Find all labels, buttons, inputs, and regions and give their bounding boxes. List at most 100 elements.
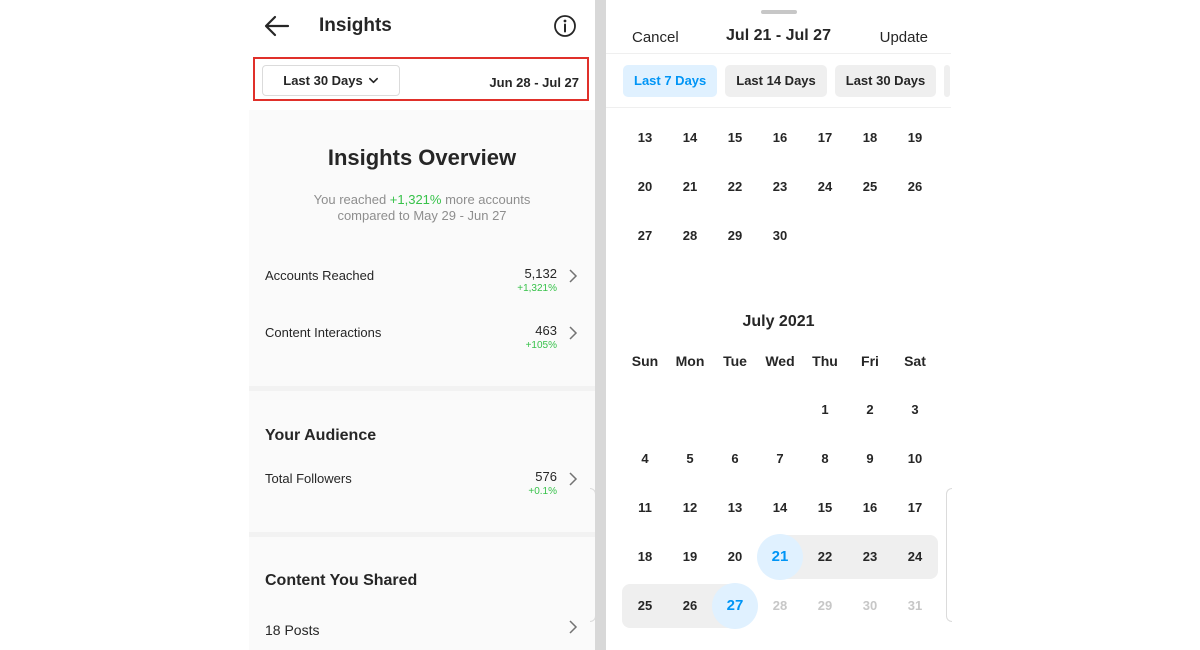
calendar-day[interactable]: 28 [670,216,710,256]
section-divider [249,386,595,391]
date-filter-row: Last 30 Days Jun 28 - Jul 27 [249,52,595,110]
row-change: +1,321% [517,283,557,294]
insights-screen: Insights Last 30 Days Jun 28 - Jul 27 In… [249,0,595,650]
section-divider [249,532,595,537]
calendar-day[interactable]: 16 [850,488,890,528]
header: Insights [249,0,595,52]
calendar-day[interactable]: 23 [850,537,890,577]
weekday-label: Thu [812,353,838,369]
chevron-right-icon [569,326,578,340]
row-value: 463 [535,323,557,338]
chip-last-14-days[interactable]: Last 14 Days [725,65,827,97]
month-title: July 2021 [742,313,815,330]
row-label: Accounts Reached [265,268,375,283]
calendar-day[interactable]: 3 [895,390,935,430]
chevron-right-icon [569,472,578,486]
calendar-day[interactable]: 31 [895,586,935,626]
weekday-label: Sat [904,353,926,369]
calendar-day[interactable]: 26 [670,586,710,626]
row-label: Content Interactions [265,325,382,340]
info-icon[interactable] [553,14,577,38]
content-shared-title: Content You Shared [265,572,418,589]
calendar-day[interactable]: 15 [715,118,755,158]
content-interactions-row[interactable]: Content Interactions 463 +105% [249,323,595,365]
date-range-dropdown[interactable]: Last 30 Days [262,65,400,96]
calendar-day[interactable]: 6 [715,439,755,479]
weekday-label: Wed [765,353,795,369]
overview-title: Insights Overview [327,145,517,170]
panel-edge [946,488,952,622]
audience-title: Your Audience [265,427,377,444]
calendar-day[interactable]: 30 [850,586,890,626]
total-followers-row[interactable]: Total Followers 576 +0.1% [249,469,595,511]
calendar-day[interactable]: 30 [760,216,800,256]
row-value: 5,132 [524,266,557,281]
calendar-day[interactable]: 20 [625,167,665,207]
drag-handle[interactable] [761,10,797,14]
calendar-day[interactable]: 12 [670,488,710,528]
calendar-day[interactable]: 13 [625,118,665,158]
calendar-day[interactable]: 29 [715,216,755,256]
accounts-reached-row[interactable]: Accounts Reached 5,132 +1,321% [249,266,595,308]
date-range-text: Jun 28 - Jul 27 [489,75,579,90]
calendar-day[interactable]: 9 [850,439,890,479]
calendar-day[interactable]: 18 [625,537,665,577]
chip-last-30-days[interactable]: Last 30 Days [834,65,937,97]
chevron-right-icon[interactable] [568,619,578,635]
row-value: 576 [535,469,557,484]
calendar-day[interactable]: 25 [625,586,665,626]
calendar-day[interactable]: 26 [895,167,935,207]
calendar-day[interactable]: 5 [670,439,710,479]
row-change: +0.1% [528,486,557,497]
panel-separator [595,0,606,650]
calendar-day[interactable]: 10 [895,439,935,479]
calendar-day[interactable]: 27 [625,216,665,256]
overview-subtitle: You reached +1,321% more accounts compar… [289,192,555,224]
calendar-day[interactable]: 25 [850,167,890,207]
update-button[interactable]: Update [880,29,928,46]
calendar-day[interactable]: 2 [850,390,890,430]
back-arrow-icon[interactable] [263,12,291,40]
calendar-day[interactable]: 13 [715,488,755,528]
calendar-day[interactable]: 22 [715,167,755,207]
calendar-day[interactable]: 19 [895,118,935,158]
weekday-label: Sun [631,353,659,369]
calendar-day[interactable]: 21 [760,537,800,577]
calendar-day[interactable]: 8 [805,439,845,479]
row-change: +105% [525,340,557,351]
chip-last-7-days[interactable]: Last 7 Days [623,65,718,97]
calendar-day[interactable]: 16 [760,118,800,158]
calendar-day[interactable]: 24 [895,537,935,577]
chevron-right-icon [569,269,578,283]
calendar-day[interactable]: 18 [850,118,890,158]
chevron-down-icon [368,77,378,84]
calendar-day[interactable]: 17 [805,118,845,158]
calendar-day[interactable]: 22 [805,537,845,577]
calendar-day[interactable]: 21 [670,167,710,207]
calendar-day[interactable]: 28 [760,586,800,626]
chip-more-partial[interactable] [944,65,951,97]
calendar-day[interactable]: 23 [760,167,800,207]
date-picker-sheet: Cancel Jul 21 - Jul 27 Update Last 7 Day… [606,0,951,650]
calendar-day[interactable]: 7 [760,439,800,479]
calendar-day[interactable]: 14 [670,118,710,158]
row-label: Total Followers [265,471,352,486]
calendar-day[interactable]: 24 [805,167,845,207]
overview-sub-percent: +1,321% [389,192,442,207]
calendar-day[interactable]: 1 [805,390,845,430]
calendar-day[interactable]: 17 [895,488,935,528]
calendar-day[interactable]: 4 [625,439,665,479]
divider [606,107,951,108]
calendar-day[interactable]: 29 [805,586,845,626]
calendar-day[interactable]: 27 [715,586,755,626]
date-range-label: Last 30 Days [283,73,363,88]
divider [606,53,951,54]
page-title: Insights [319,15,392,36]
calendar-day[interactable]: 20 [715,537,755,577]
calendar-day[interactable]: 11 [625,488,665,528]
overview-card: Insights Overview You reached +1,321% mo… [249,118,595,388]
posts-count[interactable]: 18 Posts [265,622,319,638]
calendar-day[interactable]: 19 [670,537,710,577]
calendar-day[interactable]: 15 [805,488,845,528]
calendar-day[interactable]: 14 [760,488,800,528]
